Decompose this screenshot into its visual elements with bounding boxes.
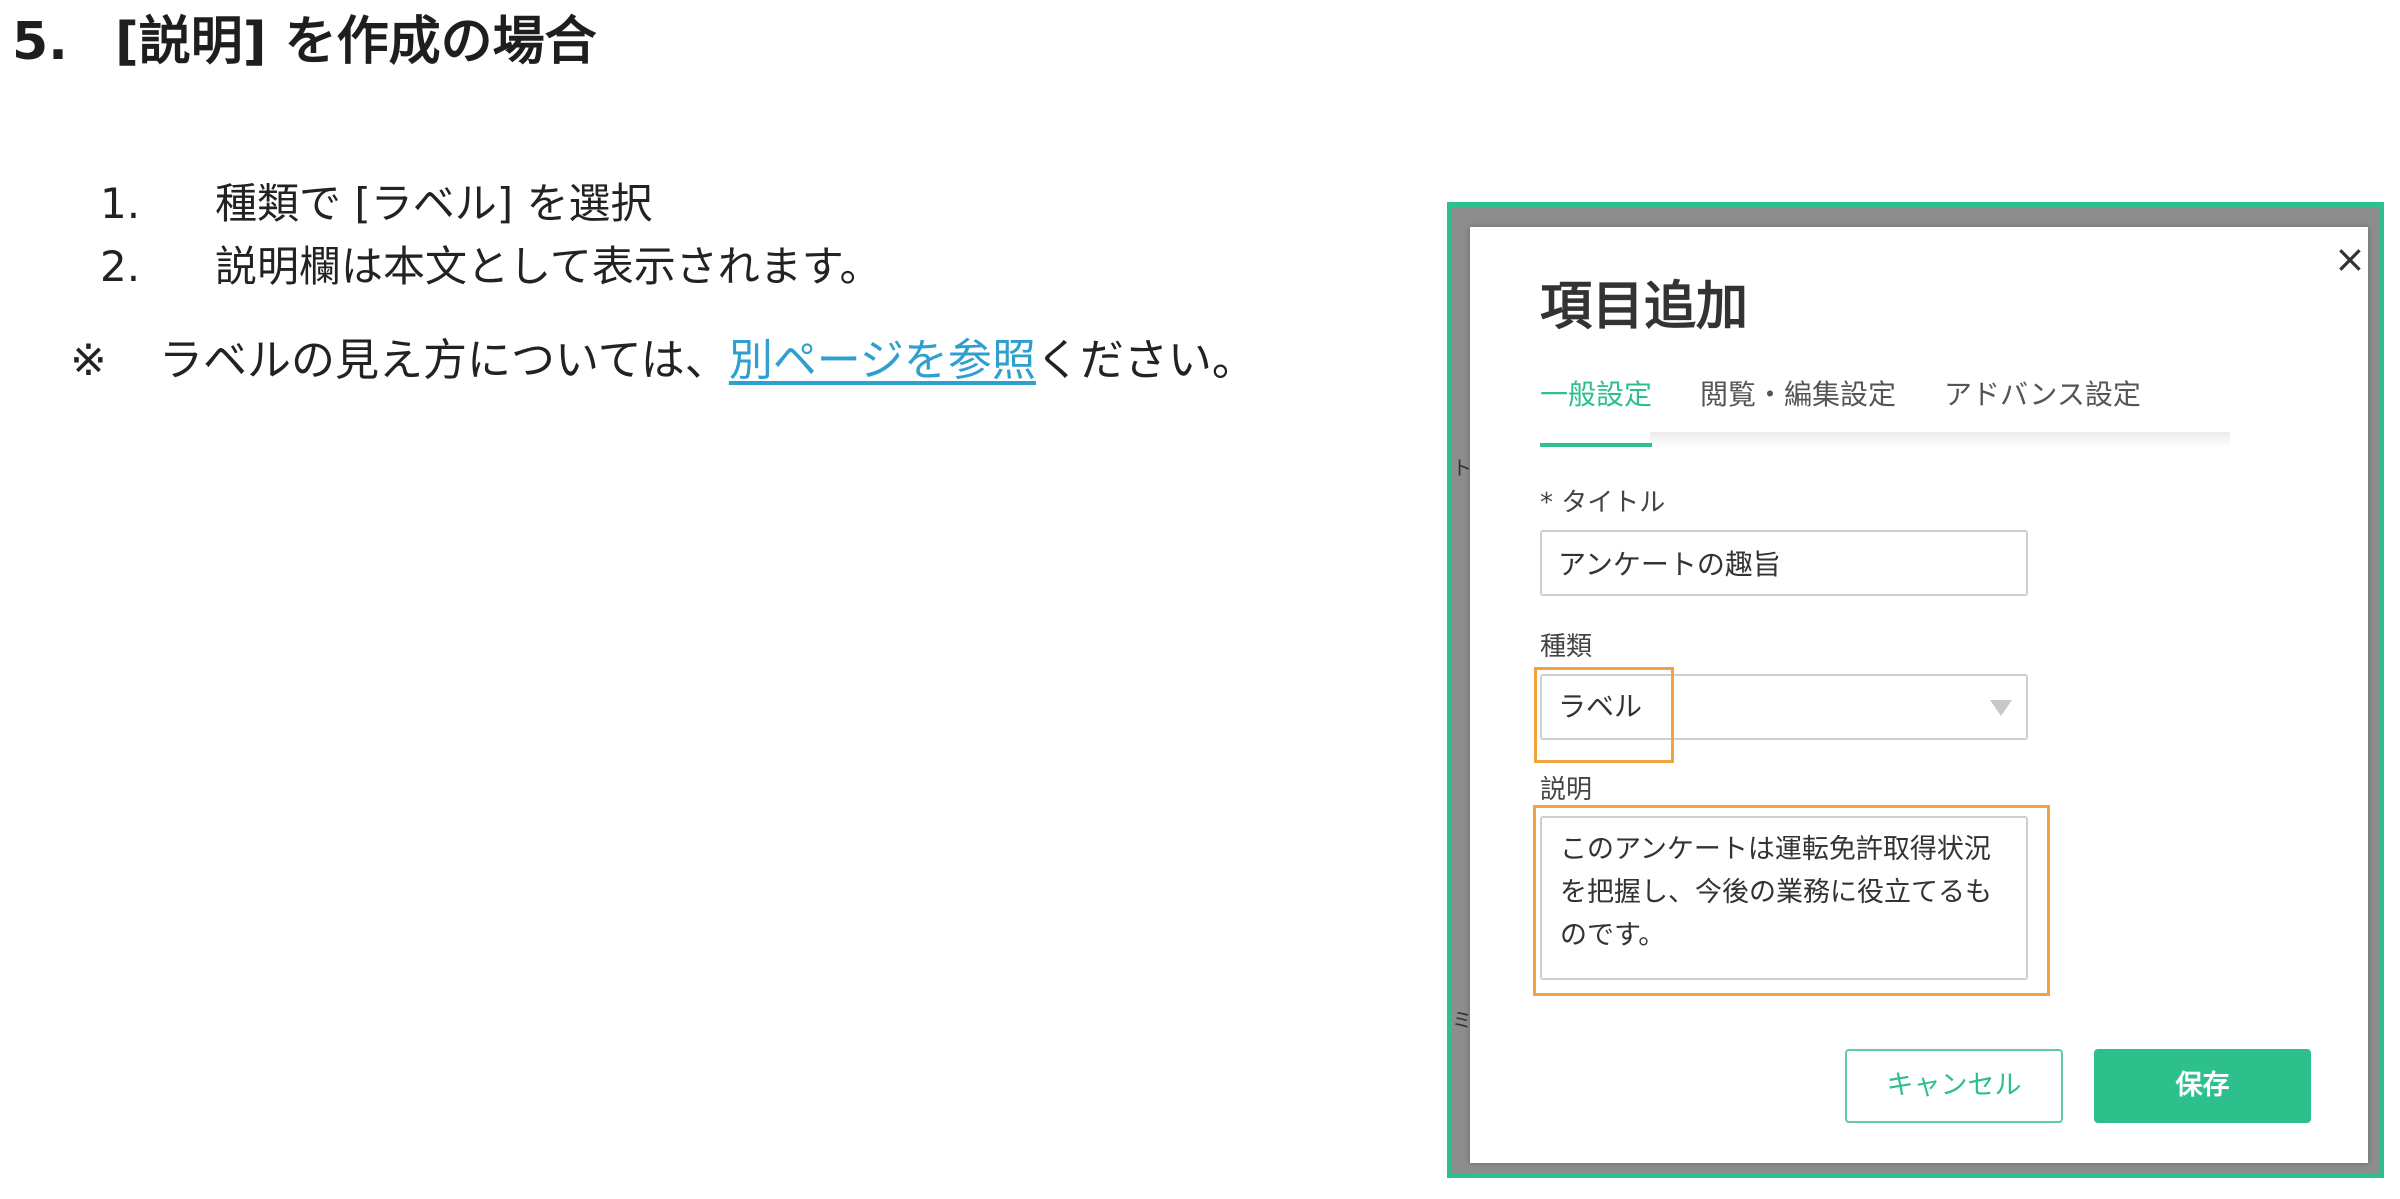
- step-number: 2.: [100, 242, 141, 291]
- background-fragment: ミ: [1452, 1008, 1472, 1032]
- close-icon[interactable]: ×: [2334, 239, 2366, 279]
- title-input[interactable]: [1540, 530, 2028, 596]
- step-item: 2. 説明欄は本文として表示されます。: [100, 235, 882, 298]
- step-text: 説明欄は本文として表示されます。: [215, 242, 882, 291]
- type-select-value: ラベル: [1558, 690, 1643, 723]
- note-text-before: ラベルの見え方については、: [159, 335, 729, 386]
- tab-general-settings[interactable]: 一般設定: [1540, 375, 1653, 447]
- tab-bar-shadow: [1650, 432, 2230, 448]
- tab-bar: 一般設定 閲覧・編集設定 アドバンス設定: [1540, 375, 2189, 447]
- add-item-dialog: × 項目追加 一般設定 閲覧・編集設定 アドバンス設定 * タイトル 種類 ラベ…: [1470, 227, 2368, 1163]
- step-text: 種類で [ラベル] を選択: [215, 179, 653, 228]
- step-item: 1. 種類で [ラベル] を選択: [100, 172, 882, 235]
- description-field-label: 説明: [1540, 775, 1593, 805]
- type-select[interactable]: ラベル: [1540, 674, 2028, 740]
- type-field-label: 種類: [1540, 632, 1593, 662]
- note: ※ ラベルの見え方については、別ページを参照ください。: [70, 330, 1256, 392]
- section-title: [説明] を作成の場合: [115, 12, 597, 72]
- section-heading: 5. [説明] を作成の場合: [12, 6, 597, 78]
- title-field-label: * タイトル: [1540, 488, 1666, 518]
- dropdown-caret-icon: [1990, 700, 2012, 716]
- step-list: 1. 種類で [ラベル] を選択 2. 説明欄は本文として表示されます。: [100, 172, 882, 298]
- dialog-title: 項目追加: [1540, 277, 1749, 337]
- section-number: 5.: [12, 12, 68, 72]
- step-number: 1.: [100, 179, 141, 228]
- tab-view-edit-settings[interactable]: 閲覧・編集設定: [1700, 375, 1896, 430]
- tab-advanced-settings[interactable]: アドバンス設定: [1944, 375, 2141, 430]
- note-text-after: ください。: [1035, 335, 1256, 386]
- background-fragment: ト: [1452, 456, 1472, 480]
- description-textarea[interactable]: このアンケートは運転免許取得状況を把握し、今後の業務に役立てるものです。: [1540, 816, 2028, 980]
- save-button[interactable]: 保存: [2094, 1049, 2311, 1123]
- dialog-screenshot: ト ミ × 項目追加 一般設定 閲覧・編集設定 アドバンス設定 * タイトル 種…: [1447, 202, 2384, 1178]
- cancel-button[interactable]: キャンセル: [1845, 1049, 2063, 1123]
- reference-link[interactable]: 別ページを参照: [729, 335, 1036, 386]
- note-mark: ※: [70, 335, 107, 386]
